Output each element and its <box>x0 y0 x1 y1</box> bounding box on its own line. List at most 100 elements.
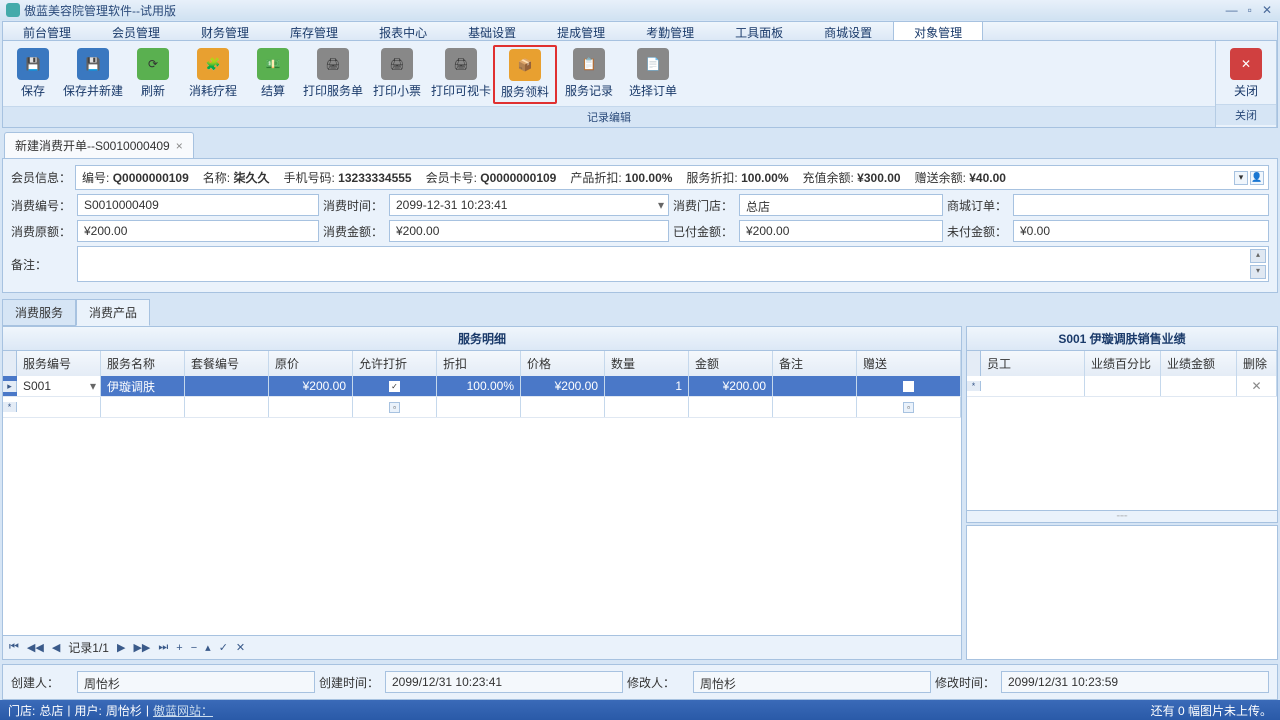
order-time-input[interactable]: 2099-12-31 10:23:41 <box>389 194 669 216</box>
col-orig-price[interactable]: 原价 <box>269 351 353 376</box>
remark-input[interactable]: ▴▾ <box>77 246 1269 282</box>
cell-amount[interactable]: ¥200.00 <box>689 376 773 396</box>
close-button[interactable]: ✕ <box>1260 3 1274 17</box>
store-input[interactable]: 总店 <box>739 194 943 216</box>
new-row[interactable]: * ✕ <box>967 376 1277 397</box>
ribbon-save[interactable]: 💾保存 <box>5 45 61 104</box>
col-discount[interactable]: 折扣 <box>437 351 521 376</box>
restore-button[interactable]: ▫ <box>1246 3 1254 17</box>
pager-last[interactable]: ⏭ <box>158 641 168 654</box>
table-row[interactable]: ▸ S001▾ 伊璇调肤 ¥200.00 ✓ 100.00% ¥200.00 1… <box>3 376 961 397</box>
inner-tabs: 消费服务 消费产品 <box>2 299 1278 326</box>
ribbon-print-receipt[interactable]: 🖨打印小票 <box>365 45 429 104</box>
ribbon-consume[interactable]: 🧩消耗疗程 <box>181 45 245 104</box>
pager-first[interactable]: ⏮ <box>9 641 19 654</box>
pager-prev[interactable]: ◀ <box>52 641 60 654</box>
ribbon-caption-edit: 记录编辑 <box>3 106 1215 127</box>
status-user: 周怡杉 <box>106 702 142 719</box>
pager-add[interactable]: + <box>176 642 182 654</box>
menu-commission[interactable]: 提成管理 <box>537 22 626 40</box>
cell-orig-price[interactable]: ¥200.00 <box>269 376 353 396</box>
cell-package-no[interactable] <box>185 376 269 396</box>
menu-stock[interactable]: 库存管理 <box>270 22 359 40</box>
paid-input[interactable]: ¥200.00 <box>739 220 943 242</box>
pager-remove[interactable]: − <box>191 642 197 654</box>
grid-title: 服务明细 <box>2 326 962 351</box>
ribbon-print-card[interactable]: 🖨打印可视卡 <box>429 45 493 104</box>
minimize-button[interactable]: — <box>1224 3 1240 17</box>
menu-report[interactable]: 报表中心 <box>359 22 448 40</box>
status-website-link[interactable]: 傲蓝网站： <box>153 702 213 719</box>
member-lookup-button[interactable]: 👤 <box>1250 171 1264 185</box>
consume-icon: 🧩 <box>197 48 229 80</box>
refresh-icon: ⟳ <box>137 48 169 80</box>
cell-allow-discount[interactable]: ✓ <box>353 376 437 396</box>
cell-qty[interactable]: 1 <box>605 376 689 396</box>
row-indicator-icon: ▸ <box>3 381 17 392</box>
pager-next[interactable]: ▶ <box>117 641 125 654</box>
cell-gift[interactable] <box>857 376 961 396</box>
cell-price[interactable]: ¥200.00 <box>521 376 605 396</box>
orig-amount-input[interactable]: ¥200.00 <box>77 220 319 242</box>
cell-remark[interactable] <box>773 376 857 396</box>
col-service-no[interactable]: 服务编号 <box>17 351 101 376</box>
ribbon-close[interactable]: ✕关闭 <box>1218 45 1274 102</box>
col-remark[interactable]: 备注 <box>773 351 857 376</box>
menu-front[interactable]: 前台管理 <box>3 22 92 40</box>
pager-cancel[interactable]: ✕ <box>236 641 245 654</box>
doc-tab-label: 新建消费开单--S0010000409 <box>15 137 170 154</box>
tab-product[interactable]: 消费产品 <box>76 299 150 326</box>
col-package-no[interactable]: 套餐编号 <box>185 351 269 376</box>
menu-mall[interactable]: 商城设置 <box>804 22 893 40</box>
splitter-handle[interactable]: ┈┈ <box>966 511 1278 523</box>
save-new-icon: 💾 <box>77 48 109 80</box>
menu-member[interactable]: 会员管理 <box>92 22 181 40</box>
doc-tab-close-icon[interactable]: × <box>176 139 183 153</box>
cell-discount[interactable]: 100.00% <box>437 376 521 396</box>
menu-object[interactable]: 对象管理 <box>893 22 983 40</box>
tab-service[interactable]: 消费服务 <box>2 299 76 326</box>
audit-footer: 创建人： 周怡杉 创建时间： 2099/12/31 10:23:41 修改人： … <box>2 664 1278 700</box>
printer-icon: 🖨 <box>317 48 349 80</box>
paid-label: 已付金额： <box>673 223 735 240</box>
ribbon-service-material[interactable]: 📦服务领料 <box>493 45 557 104</box>
new-row[interactable]: * ▫ ▫ <box>3 397 961 418</box>
unpaid-input[interactable]: ¥0.00 <box>1013 220 1269 242</box>
menu-tools[interactable]: 工具面板 <box>715 22 804 40</box>
ribbon-select-order[interactable]: 📄选择订单 <box>621 45 685 104</box>
pager-prevpage[interactable]: ◀◀ <box>27 641 44 654</box>
menu-attendance[interactable]: 考勤管理 <box>626 22 715 40</box>
scroll-down-icon[interactable]: ▾ <box>1250 265 1266 279</box>
pager-edit[interactable]: ▴ <box>205 641 211 654</box>
col-price[interactable]: 价格 <box>521 351 605 376</box>
ribbon-settle[interactable]: 💵结算 <box>245 45 301 104</box>
rcol-emp[interactable]: 员工 <box>981 351 1085 376</box>
rcol-pct[interactable]: 业绩百分比 <box>1085 351 1161 376</box>
ribbon-service-record[interactable]: 📋服务记录 <box>557 45 621 104</box>
save-icon: 💾 <box>17 48 49 80</box>
col-service-name[interactable]: 服务名称 <box>101 351 185 376</box>
rcol-del[interactable]: 删除 <box>1237 351 1277 376</box>
amount-input[interactable]: ¥200.00 <box>389 220 669 242</box>
col-gift[interactable]: 赠送 <box>857 351 961 376</box>
scroll-up-icon[interactable]: ▴ <box>1250 249 1266 263</box>
col-allow-discount[interactable]: 允许打折 <box>353 351 437 376</box>
delete-icon[interactable]: ✕ <box>1251 379 1261 393</box>
menu-finance[interactable]: 财务管理 <box>181 22 270 40</box>
member-dropdown-icon[interactable]: ▾ <box>1234 171 1248 185</box>
ribbon-save-new[interactable]: 💾保存并新建 <box>61 45 125 104</box>
status-user-label: 用户: <box>74 702 101 719</box>
menu-base[interactable]: 基础设置 <box>448 22 537 40</box>
rcol-amt[interactable]: 业绩金额 <box>1161 351 1237 376</box>
pager-save[interactable]: ✓ <box>219 641 228 654</box>
ribbon-refresh[interactable]: ⟳刷新 <box>125 45 181 104</box>
cell-service-name[interactable]: 伊璇调肤 <box>101 376 185 396</box>
ribbon-print-service[interactable]: 🖨打印服务单 <box>301 45 365 104</box>
col-amount[interactable]: 金额 <box>689 351 773 376</box>
col-qty[interactable]: 数量 <box>605 351 689 376</box>
pager-nextpage[interactable]: ▶▶ <box>133 641 150 654</box>
mall-order-input[interactable] <box>1013 194 1269 216</box>
order-no-input[interactable]: S0010000409 <box>77 194 319 216</box>
cell-service-no[interactable]: S001▾ <box>17 376 101 396</box>
doc-tab[interactable]: 新建消费开单--S0010000409 × <box>4 132 194 158</box>
